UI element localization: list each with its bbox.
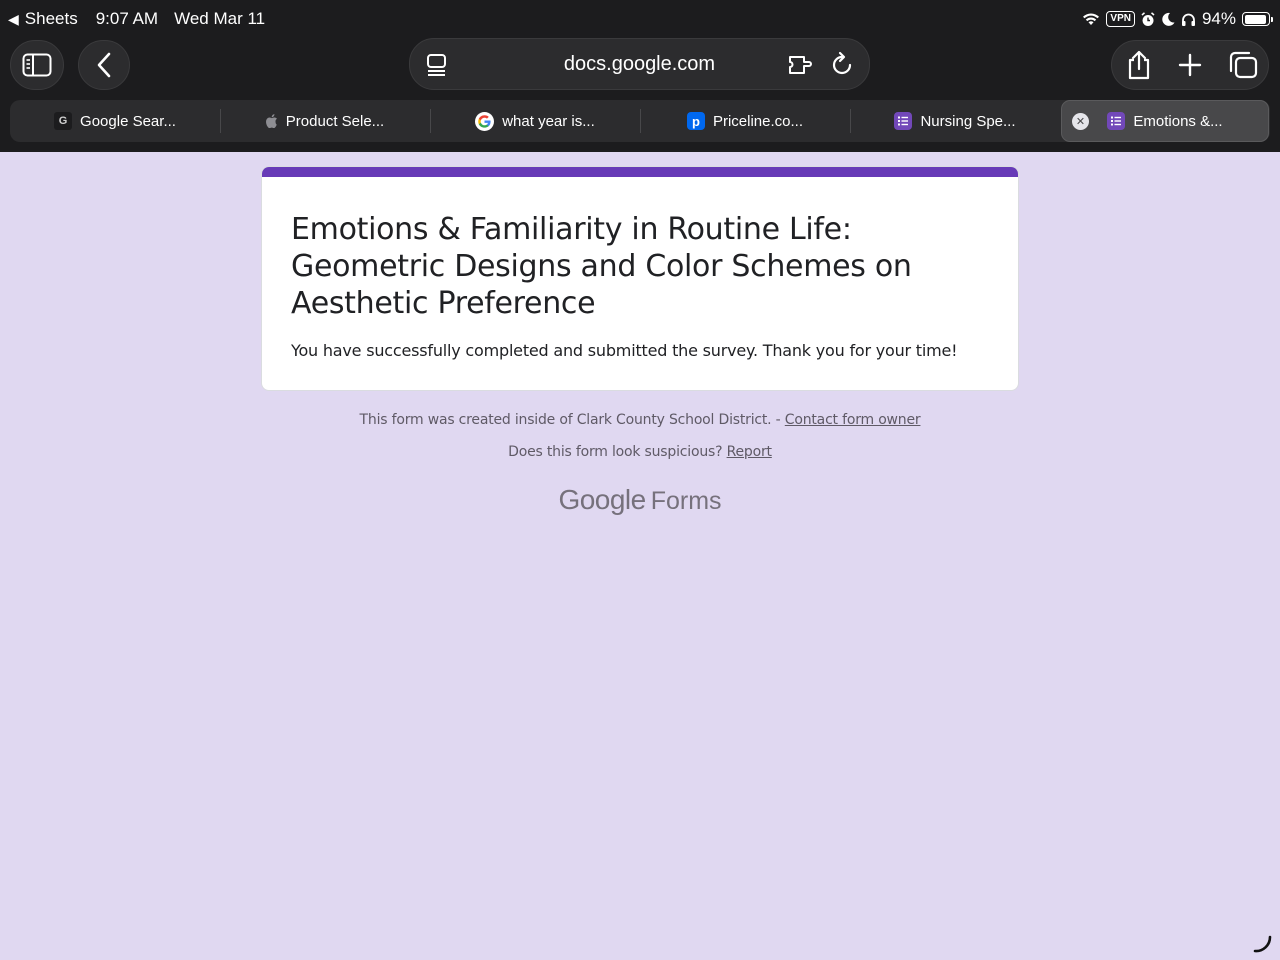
google-forms-logo[interactable]: Google Forms xyxy=(0,484,1280,516)
created-inside-text: This form was created inside of Clark Co… xyxy=(359,412,785,428)
tab-label: Emotions &... xyxy=(1133,112,1223,130)
tab-product-selection[interactable]: Product Sele... xyxy=(220,100,430,142)
status-date: Wed Mar 11 xyxy=(174,9,266,28)
close-tab-icon[interactable]: ✕ xyxy=(1072,113,1089,130)
tab-nursing[interactable]: Nursing Spe... xyxy=(850,100,1060,142)
tab-label: Priceline.co... xyxy=(712,112,804,130)
extensions-icon[interactable] xyxy=(788,53,814,77)
headphones-icon xyxy=(1181,13,1195,26)
report-link[interactable]: Report xyxy=(727,444,772,460)
confirmation-message: You have successfully completed and subm… xyxy=(291,341,958,360)
report-note: Does this form look suspicious? Report xyxy=(0,444,1280,460)
share-icon[interactable] xyxy=(1126,50,1152,80)
alarm-icon xyxy=(1141,11,1155,26)
loading-indicator-icon xyxy=(1253,935,1272,953)
status-bar: ◀ Sheets 9:07 AM Wed Mar 11 VPN 94% xyxy=(0,0,1280,38)
brand-google: Google xyxy=(558,484,646,515)
tab-priceline[interactable]: p Priceline.co... xyxy=(640,100,850,142)
contact-form-owner-link[interactable]: Contact form owner xyxy=(785,412,921,428)
wifi-icon xyxy=(1083,13,1100,25)
apple-icon xyxy=(265,114,277,128)
tab-emotions-active[interactable]: ✕ Emotions &... xyxy=(1061,100,1269,142)
tab-label: Nursing Spe... xyxy=(920,112,1016,130)
browser-toolbar: docs.google.com xyxy=(0,38,1280,92)
moon-icon xyxy=(1162,12,1175,26)
reload-icon[interactable] xyxy=(830,51,854,77)
sidebar-toggle-button[interactable] xyxy=(10,40,64,90)
google-g-icon xyxy=(475,111,495,131)
form-owner-note: This form was created inside of Clark Co… xyxy=(0,412,1280,428)
forms-icon xyxy=(1107,112,1126,130)
tabs-overview-icon[interactable] xyxy=(1228,51,1258,79)
back-button[interactable] xyxy=(78,40,130,90)
url-text[interactable]: docs.google.com xyxy=(564,53,715,76)
browser-actions xyxy=(1111,40,1269,90)
form-response-card: Emotions & Familiarity in Routine Life: … xyxy=(261,166,1019,391)
tab-google-search[interactable]: G Google Sear... xyxy=(10,100,220,142)
battery-icon xyxy=(1242,12,1273,26)
form-title: Emotions & Familiarity in Routine Life: … xyxy=(291,212,912,321)
google-search-favicon: G xyxy=(54,112,73,130)
tab-label: Product Sele... xyxy=(285,112,385,130)
tab-bar: G Google Sear... Product Sele... what ye… xyxy=(10,100,1270,142)
battery-percent: 94% xyxy=(1201,9,1236,28)
page-menu-icon[interactable] xyxy=(426,53,448,77)
back-to-app-icon[interactable]: ◀ xyxy=(8,11,19,28)
chevron-left-icon xyxy=(97,52,111,78)
vpn-badge: VPN xyxy=(1106,11,1135,27)
priceline-favicon: p xyxy=(686,112,705,130)
status-time: 9:07 AM xyxy=(95,9,159,28)
browser-chrome: ◀ Sheets 9:07 AM Wed Mar 11 VPN 94% docs… xyxy=(0,0,1280,152)
sidebar-icon xyxy=(22,53,52,77)
address-bar[interactable]: docs.google.com xyxy=(409,38,870,90)
tab-label: Google Sear... xyxy=(80,112,176,130)
tab-label: what year is... xyxy=(502,112,595,130)
brand-forms: Forms xyxy=(650,487,722,515)
form-accent-bar xyxy=(262,167,1018,177)
suspicious-text: Does this form look suspicious? xyxy=(508,444,727,460)
new-tab-icon[interactable] xyxy=(1178,53,1202,77)
forms-icon xyxy=(894,112,913,130)
back-app-label[interactable]: Sheets xyxy=(25,9,78,29)
tab-what-year-is[interactable]: what year is... xyxy=(430,100,640,142)
